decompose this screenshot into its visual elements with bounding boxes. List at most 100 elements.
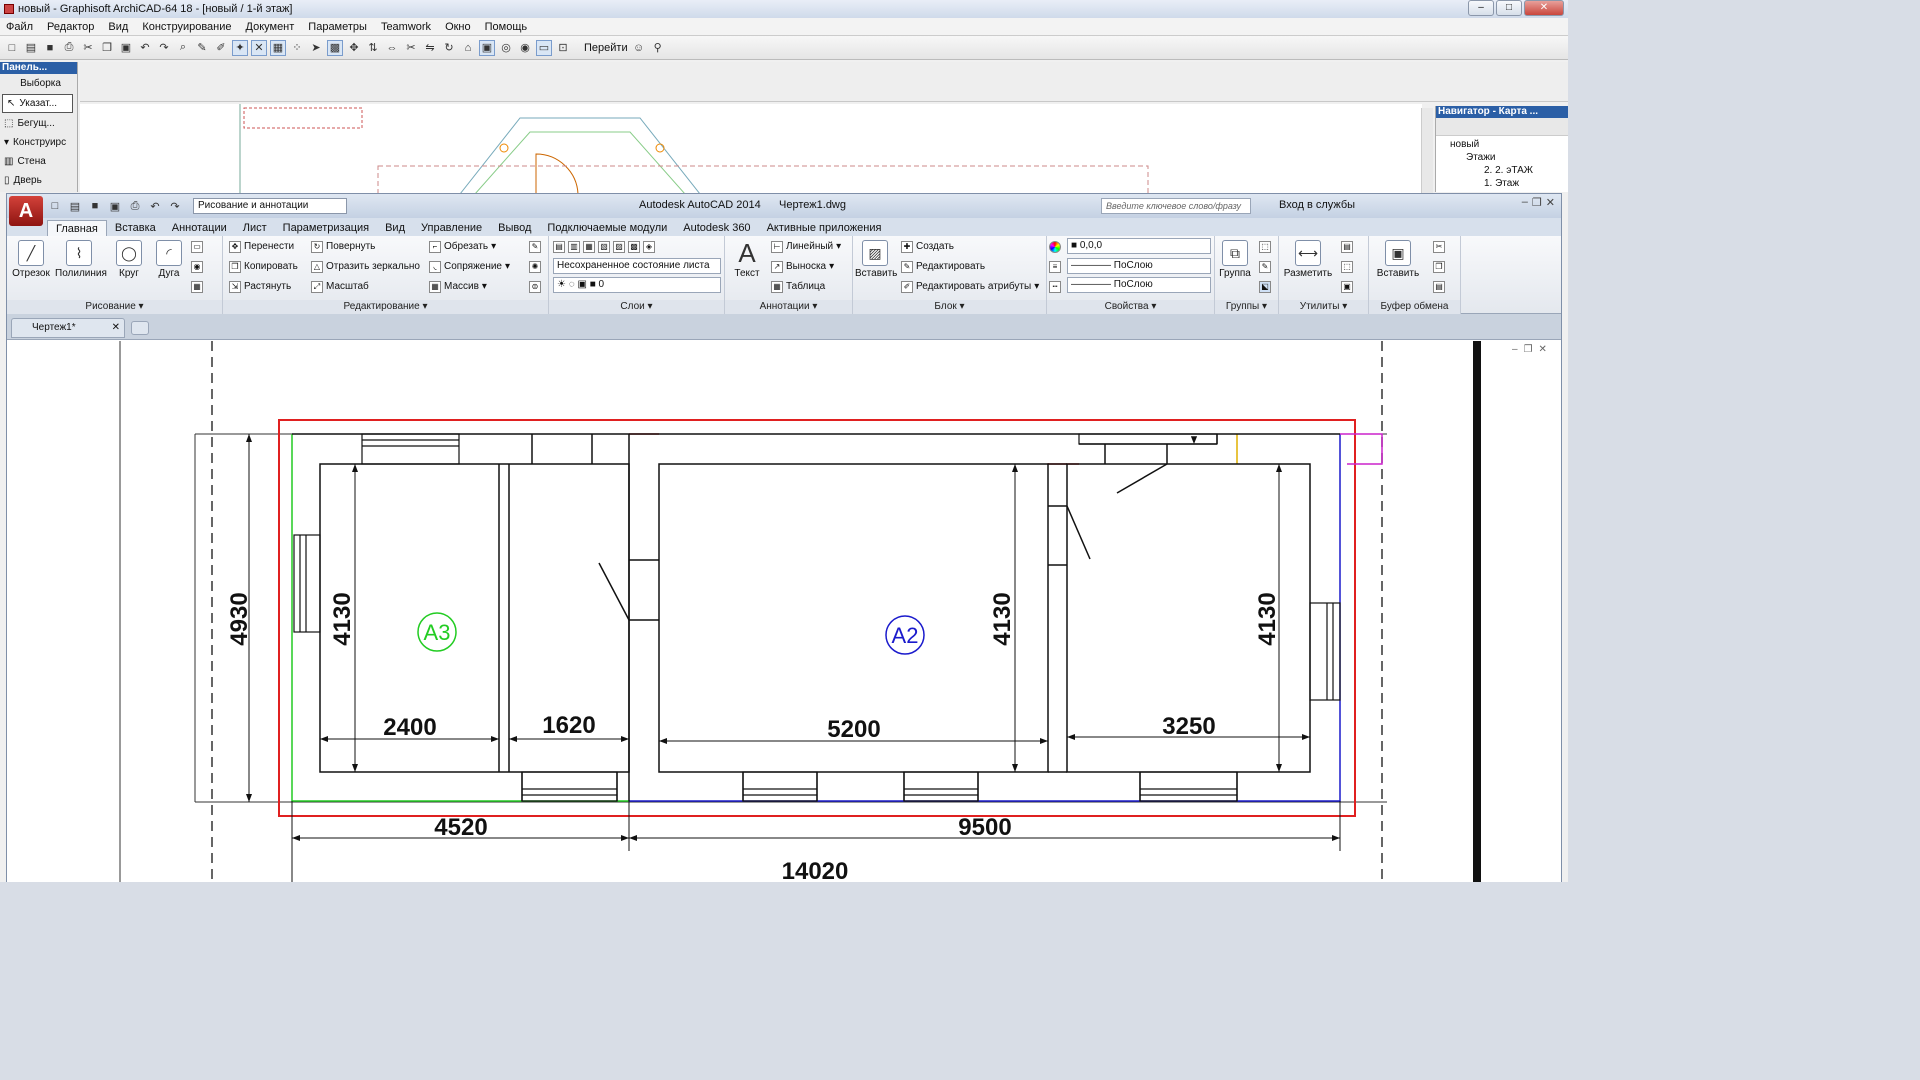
tab-insert[interactable]: Вставка	[107, 220, 164, 236]
open-file-icon[interactable]: ▤	[23, 40, 39, 56]
panel-draw-title[interactable]: Рисование ▾	[7, 300, 222, 314]
explode-button[interactable]: ✺	[529, 258, 541, 276]
qat-redo-icon[interactable]: ↷	[167, 198, 183, 214]
stretch-button[interactable]: ⇲ Растянуть	[229, 278, 291, 296]
table-button[interactable]: ▦ Таблица	[771, 278, 825, 296]
tab-layout[interactable]: Лист	[235, 220, 275, 236]
search-input[interactable]: Введите ключевое слово/фразу	[1101, 198, 1251, 214]
offset-button[interactable]: ⊜	[529, 278, 541, 296]
copy-icon[interactable]: ❐	[99, 40, 115, 56]
tool-door[interactable]: ▯ Дверь	[0, 171, 77, 190]
rectangle-button[interactable]: ▭	[191, 238, 203, 256]
copy-button[interactable]: ❐ Копировать	[229, 258, 298, 276]
toolbox-design-group[interactable]: ▾ Конструирс	[0, 133, 77, 152]
mirror-button[interactable]: △ Отразить зеркально	[311, 258, 420, 276]
layer-freeze-icon[interactable]: ▧	[598, 241, 610, 253]
panel-block-title[interactable]: Блок ▾	[853, 300, 1046, 314]
qat-print-icon[interactable]: ⎙	[127, 198, 143, 214]
linetype-select[interactable]: ———— ПоСлою	[1067, 258, 1211, 274]
tab-autodesk360[interactable]: Autodesk 360	[675, 220, 758, 236]
globe-icon[interactable]: ◉	[517, 40, 533, 56]
polyline-button[interactable]: ⌇ Полилиния	[55, 240, 107, 279]
redo-icon[interactable]: ↷	[156, 40, 172, 56]
close-button[interactable]: ✕	[1546, 196, 1555, 209]
qat-open-icon[interactable]: ▤	[67, 198, 83, 214]
nav-story-1[interactable]: 1. Этаж	[1440, 177, 1564, 190]
drawing-canvas[interactable]: 4930 4130 4130 4130 2400 1620 5200 3250 …	[7, 341, 1561, 882]
menu-help[interactable]: Помощь	[485, 21, 528, 33]
panel-properties-title[interactable]: Свойства ▾	[1047, 300, 1214, 314]
util-id-button[interactable]: ▣	[1341, 278, 1353, 296]
paste-icon[interactable]: ▣	[118, 40, 134, 56]
menu-edit[interactable]: Редактор	[47, 21, 94, 33]
nav-stories[interactable]: Этажи	[1440, 151, 1564, 164]
layer-icon[interactable]: ▩	[327, 39, 343, 56]
qat-undo-icon[interactable]: ↶	[147, 198, 163, 214]
tab-plugins[interactable]: Подключаемые модули	[539, 220, 675, 236]
panel-clipboard-title[interactable]: Буфер обмена	[1369, 300, 1460, 314]
hatch-button[interactable]: ◉	[191, 258, 203, 276]
menu-document[interactable]: Документ	[246, 21, 295, 33]
close-button[interactable]: ✕	[1524, 0, 1564, 16]
paste-button[interactable]: ▣ Вставить	[1373, 240, 1423, 279]
new-tab-button[interactable]	[131, 321, 149, 335]
menu-design[interactable]: Конструирование	[142, 21, 231, 33]
find-icon[interactable]: ⌕	[175, 40, 191, 56]
menu-window[interactable]: Окно	[445, 21, 471, 33]
render-icon[interactable]: ◎	[498, 40, 514, 56]
viewport-restore-icon[interactable]: ❐	[1524, 344, 1533, 355]
ungroup-button[interactable]: ⬚	[1259, 238, 1271, 256]
layer-properties-icon[interactable]: ▤	[553, 241, 565, 253]
grid-icon[interactable]: ▦	[270, 39, 286, 56]
rotate-icon[interactable]: ↻	[441, 40, 457, 56]
view-icon[interactable]: ▣	[479, 39, 495, 56]
person-icon[interactable]: ☺	[631, 40, 647, 56]
cut-button[interactable]: ✂	[1433, 238, 1445, 256]
layer-select[interactable]: ☀ ◌ ▣ ■ 0	[553, 277, 721, 293]
walk-icon[interactable]: ⚲	[650, 40, 666, 56]
new-file-icon[interactable]: □	[4, 40, 20, 56]
menu-file[interactable]: Файл	[6, 21, 33, 33]
autocad-app-button[interactable]: A	[9, 196, 43, 226]
panel-annotations-title[interactable]: Аннотации ▾	[725, 300, 852, 314]
panel-layers-title[interactable]: Слои ▾	[549, 300, 724, 314]
tool-marquee[interactable]: ⬚ Бегущ...	[0, 114, 77, 133]
layer-state-select[interactable]: Несохраненное состояние листа	[553, 258, 721, 274]
match-color-button[interactable]	[1049, 238, 1061, 256]
leader-button[interactable]: ↗ Выноска ▾	[771, 258, 834, 276]
qat-new-icon[interactable]: □	[47, 198, 63, 214]
tab-parametric[interactable]: Параметризация	[275, 220, 377, 236]
close-tab-icon[interactable]: ✕	[112, 319, 120, 337]
snap-icon[interactable]: ✦	[232, 39, 248, 56]
panel-modify-title[interactable]: Редактирование ▾	[223, 300, 548, 314]
minimize-button[interactable]: –	[1468, 0, 1494, 16]
zoom-icon[interactable]: ⊡	[555, 40, 571, 56]
undo-icon[interactable]: ↶	[137, 40, 153, 56]
util-quickcalc-button[interactable]: ▤	[1341, 238, 1353, 256]
tool-wall[interactable]: ▥ Стена	[0, 152, 77, 171]
linear-dim-button[interactable]: ⊢ Линейный ▾	[771, 238, 841, 256]
erase-button[interactable]: ✎	[529, 238, 541, 256]
lineweight-button[interactable]: ≡	[1049, 258, 1061, 276]
stretch-icon[interactable]: ⇔	[384, 40, 400, 56]
layer-lock-icon[interactable]: ▨	[613, 241, 625, 253]
save-icon[interactable]: ■	[42, 40, 58, 56]
measure-button[interactable]: ⟷ Разметить	[1281, 240, 1335, 279]
edit-attributes-button[interactable]: ✐ Редактировать атрибуты ▾	[901, 278, 1039, 296]
copy-base-button[interactable]: ▤	[1433, 278, 1445, 296]
restore-button[interactable]: ❐	[1532, 196, 1542, 209]
arc-button[interactable]: ◜ Дуга	[149, 240, 189, 279]
group-select-button[interactable]: ⬕	[1259, 278, 1271, 296]
layer-match-icon[interactable]: ▩	[628, 241, 640, 253]
workspace-select[interactable]: Рисование и аннотации	[193, 198, 347, 214]
archicad-plan-view[interactable]	[80, 104, 1422, 195]
create-block-button[interactable]: ✚ Создать	[901, 238, 954, 256]
viewport-minimize-icon[interactable]: –	[1512, 344, 1518, 355]
tab-output[interactable]: Вывод	[490, 220, 539, 236]
scale-button[interactable]: ⤢ Масштаб	[311, 278, 369, 296]
elevate-icon[interactable]: ⇅	[365, 40, 381, 56]
tab-manage[interactable]: Управление	[413, 220, 490, 236]
inject-icon[interactable]: ✐	[213, 40, 229, 56]
qat-save-icon[interactable]: ■	[87, 198, 103, 214]
copy-clip-button[interactable]: ❐	[1433, 258, 1445, 276]
